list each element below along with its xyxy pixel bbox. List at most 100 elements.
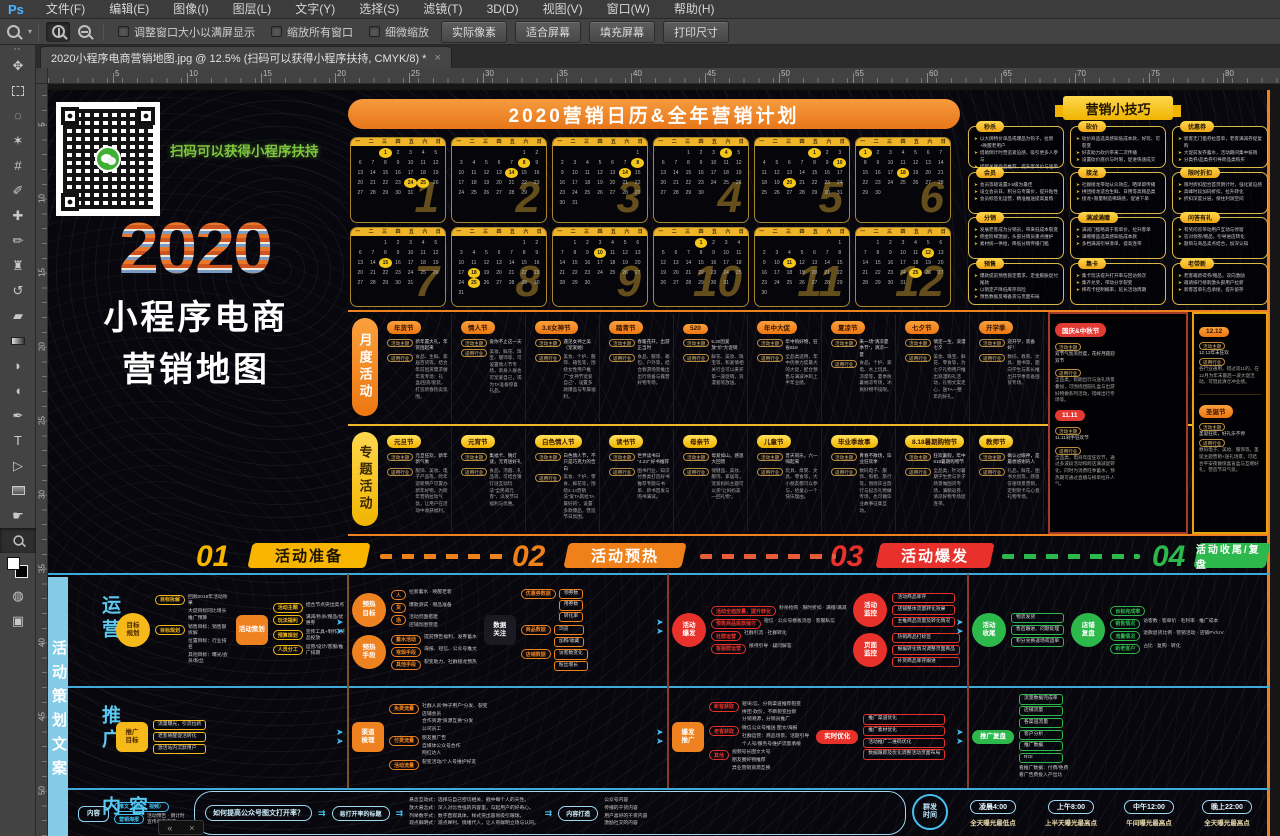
pen-tool[interactable]: ✒ — [0, 403, 36, 428]
theme-row: 活动主题情定一生，浪漫七夕 — [905, 339, 966, 352]
zoom-in-button[interactable] — [46, 22, 70, 42]
menu-item-窗口(W)[interactable]: 窗口(W) — [595, 0, 662, 19]
zoom-tool[interactable] — [0, 528, 36, 553]
crop-tool[interactable]: # — [0, 153, 36, 178]
brush-tool[interactable]: ✏ — [0, 228, 36, 253]
option-button-0[interactable]: 实际像素 — [441, 21, 507, 43]
date: 29 — [682, 188, 695, 198]
date: 2 — [530, 148, 543, 158]
menu-item-视图(V)[interactable]: 视图(V) — [531, 0, 595, 19]
date: 24 — [594, 268, 607, 278]
marquee-tool[interactable] — [0, 78, 36, 103]
date: 20 — [606, 178, 619, 188]
menu-item-帮助(H)[interactable]: 帮助(H) — [662, 0, 727, 19]
option-button-3[interactable]: 打印尺寸 — [663, 21, 729, 43]
date: 6 — [808, 248, 821, 258]
industry-row: 适用行业食品、生鲜、家居百货等，结合年前囤货需求做年货专场：礼盒/囤货/套装，打… — [387, 354, 448, 401]
branch-label: 目标拆解 — [155, 595, 185, 605]
ruler-tick — [483, 73, 484, 83]
menu-item-图层(L)[interactable]: 图层(L) — [221, 0, 284, 19]
option-checkbox-0[interactable]: 调整窗口大小以满屏显示 — [118, 24, 255, 40]
weekday: 五 — [607, 138, 620, 146]
date: 21 — [367, 268, 380, 278]
flow-group: 渠道梳理免费流量社群人员“种子用户”分发、裂变店铺会员合作资源“资源互换”分发公… — [352, 704, 488, 770]
branch-line: 位置目标：行业排名 — [188, 639, 229, 651]
move-tool[interactable]: ✥ — [0, 53, 36, 78]
weekday: 三 — [580, 138, 593, 146]
hand-tool[interactable]: ☛ — [0, 503, 36, 528]
weekday: 四 — [593, 228, 606, 236]
branch-line: 推广素材优化 — [863, 726, 945, 736]
lasso-tool[interactable]: ◌ — [0, 103, 36, 128]
industry-tag: 适用行业 — [979, 468, 1005, 476]
date: 13 — [631, 248, 644, 258]
close-icon[interactable]: × — [189, 823, 194, 833]
shape-tool[interactable] — [0, 478, 36, 503]
magic-wand-tool[interactable]: ✶ — [0, 128, 36, 153]
eraser-tool[interactable]: ▰ — [0, 303, 36, 328]
history-brush-tool[interactable]: ↺ — [0, 278, 36, 303]
flow-branch: 活动商品库存店铺整体流量转化效果主推商品流量及转化情况 — [892, 593, 955, 627]
menu-item-选择(S)[interactable]: 选择(S) — [347, 0, 411, 19]
screen-mode[interactable]: ▣ — [0, 608, 36, 633]
menu-item-编辑(E)[interactable]: 编辑(E) — [97, 0, 161, 19]
option-checkbox-1[interactable]: 缩放所有窗口 — [271, 24, 353, 40]
magic-wand-tool-icon: ✶ — [13, 133, 24, 149]
quick-mask[interactable]: ◍ — [0, 583, 36, 608]
branch-line: 访客数 · 客单价 · 毛利率 · 推广成本 — [1143, 619, 1218, 625]
flow-node: 活动策划 — [236, 615, 268, 645]
branch-lines: 接待引导 · 疑问解答 — [749, 644, 792, 650]
weekday: 六 — [519, 138, 532, 146]
date: 29 — [872, 278, 885, 288]
option-button-1[interactable]: 适合屏幕 — [515, 21, 581, 43]
blur-tool[interactable]: ◗ — [0, 353, 36, 378]
theme-tag: 活动主题 — [461, 453, 487, 461]
weekday: 日 — [836, 228, 849, 236]
option-checkbox-2[interactable]: 细微缩放 — [369, 24, 429, 40]
howto-step2: 内容打造 — [558, 806, 598, 821]
menu-item-文件(F)[interactable]: 文件(F) — [34, 0, 97, 19]
date: 30 — [530, 278, 543, 288]
howto-item: 传播的干货内容 — [604, 806, 647, 812]
menu-item-文字(Y)[interactable]: 文字(Y) — [283, 0, 347, 19]
clone-stamp-tool[interactable]: ♜ — [0, 253, 36, 278]
activity-card-儿童节: 儿童节活动主题普天同乐，六一嗨起来适用行业玩具、母婴、文具、零食等，大小朋友都可… — [754, 428, 822, 532]
branch-lines: 朋友圈广告自媒体公众号合作网红达人 — [422, 736, 460, 758]
activity-card-元旦节: 元旦节活动主题元旦狂欢，新年新气象适用行业服饰、美妆、电子产品等，跨年迎新用户可… — [384, 428, 452, 532]
option-button-2[interactable]: 填充屏幕 — [589, 21, 655, 43]
festival-item-11.11: 11.11活动主题11.11剁手狂欢节适用行业全品类，电商年度狂欢节，通过多波段… — [1055, 404, 1117, 488]
date-grid: 1234567891011121314151617181920212223242… — [452, 236, 546, 300]
healing-brush-tool[interactable]: ✚ — [0, 203, 36, 228]
gradient-tool[interactable] — [0, 328, 36, 353]
menu-item-滤镜(T)[interactable]: 滤镜(T) — [411, 0, 474, 19]
type-tool[interactable]: T — [0, 428, 36, 453]
menu-item-3D(D)[interactable]: 3D(D) — [475, 0, 531, 19]
card-title: 教师节 — [979, 435, 1013, 448]
flow-column: 活动策划活动主题结合节点突出卖点玩法福利满减/秒杀/赠品/优惠券预算规划宣传工具… — [236, 603, 345, 658]
blank — [480, 238, 493, 248]
bullet-text: 高峰时段加码折扣，拉升转化 — [1184, 188, 1244, 195]
dropdown-caret-icon[interactable]: ▾ — [28, 27, 32, 36]
toolbar-grip[interactable]: ▪▪ — [0, 45, 35, 53]
eyedropper-tool[interactable]: ✐ — [0, 178, 36, 203]
menu-item-图像(I)[interactable]: 图像(I) — [161, 0, 220, 19]
foreground-color[interactable] — [7, 557, 20, 570]
path-select-tool[interactable]: ▷ — [0, 453, 36, 478]
blank — [505, 148, 518, 158]
branch-label: 其他手段 — [391, 660, 421, 670]
theme-row: 活动主题来一场“清凉夏季节”，清凉一夏 — [831, 339, 892, 359]
vertical-ruler: 5101520253035404550 — [36, 84, 48, 836]
ruler-number: 80 — [1225, 69, 1234, 78]
date-grid: 1234567891011121314151617181920212223242… — [553, 236, 647, 290]
bullet-text: 好友助力砍价带来二次传播 — [1082, 149, 1137, 156]
divider — [347, 574, 349, 788]
date: 4 — [606, 238, 619, 248]
collapse-icon[interactable]: « — [167, 823, 172, 833]
close-icon[interactable]: × — [434, 52, 440, 64]
zoom-out-button[interactable] — [72, 22, 96, 42]
document-tab[interactable]: 2020小程序电商营销地图.jpg @ 12.5% (扫码可以获得小程序扶持, … — [40, 46, 452, 68]
dodge-tool[interactable]: ◖ — [0, 378, 36, 403]
date: 14 — [556, 258, 569, 268]
zoom-tool-icon[interactable] — [1, 22, 25, 42]
color-swatches[interactable] — [0, 553, 36, 583]
